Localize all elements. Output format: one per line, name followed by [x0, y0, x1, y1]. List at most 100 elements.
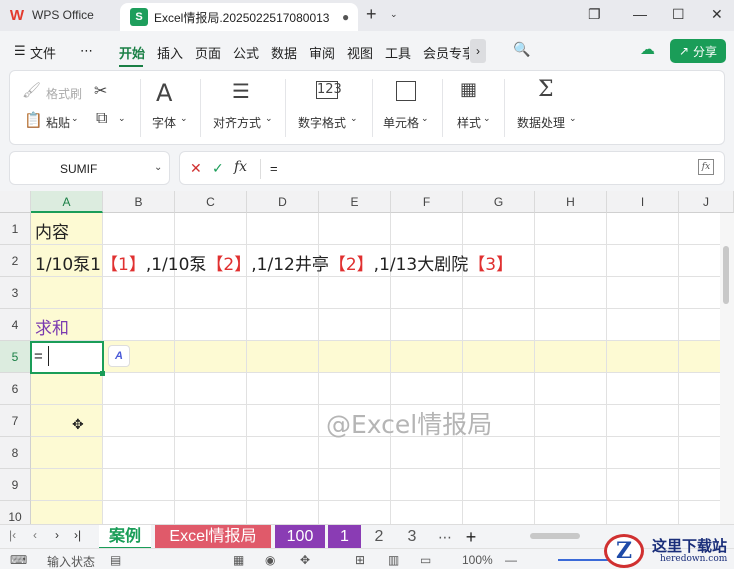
paste-chevron-icon[interactable]: ⌄ — [71, 113, 79, 124]
menu-view[interactable]: 视图 — [347, 43, 373, 62]
sheet-tab-2[interactable]: 2 — [364, 525, 394, 549]
menu-home[interactable]: 开始 — [119, 43, 145, 62]
next-sheet-icon[interactable]: › — [55, 528, 59, 542]
row-header-5[interactable]: 5 — [0, 341, 31, 373]
column-header-j[interactable]: J — [679, 191, 734, 213]
sheet-tab-1[interactable]: 1 — [328, 525, 361, 549]
hamburger-icon[interactable]: ☰ — [14, 43, 26, 59]
cancel-formula-icon[interactable]: ✕ — [190, 160, 202, 177]
select-all-corner[interactable] — [0, 191, 31, 213]
document-tab[interactable]: S Excel情报局.2025022517080013 ● — [120, 3, 358, 31]
minimize-button[interactable]: — — [633, 6, 647, 22]
column-header-e[interactable]: E — [319, 191, 391, 213]
spreadsheet-grid[interactable]: A B C D E F G H I J 1 2 3 4 5 6 7 8 9 10… — [0, 191, 734, 524]
column-header-i[interactable]: I — [607, 191, 679, 213]
menu-tools[interactable]: 工具 — [385, 43, 411, 62]
menu-formulas[interactable]: 公式 — [233, 43, 259, 62]
formula-input[interactable]: = — [270, 161, 278, 176]
table-view-icon[interactable]: ▦ — [233, 553, 244, 567]
row-header-1[interactable]: 1 — [0, 213, 31, 245]
align-chevron-icon[interactable]: ⌄ — [265, 113, 273, 124]
row-header-8[interactable]: 8 — [0, 437, 31, 469]
ai-assist-icon[interactable]: A — [108, 345, 130, 367]
maximize-button[interactable]: ☐ — [672, 6, 685, 23]
number-format-chevron-icon[interactable]: ⌄ — [350, 113, 358, 124]
row-header-2[interactable]: 2 — [0, 245, 31, 277]
tab-list-chevron-icon[interactable]: ⌄ — [390, 9, 398, 20]
row-header-3[interactable]: 3 — [0, 277, 31, 309]
style-button[interactable]: 样式 — [457, 114, 481, 131]
name-box[interactable]: SUMIF ⌄ — [9, 151, 170, 185]
add-sheet-button[interactable]: + — [460, 525, 482, 549]
column-header-h[interactable]: H — [535, 191, 607, 213]
data-process-button[interactable]: 数据处理 — [517, 114, 565, 131]
close-button[interactable]: ✕ — [711, 6, 723, 23]
row-header-7[interactable]: 7 — [0, 405, 31, 437]
paste-button[interactable]: 粘贴 — [46, 114, 70, 131]
expand-formula-icon[interactable]: fx — [698, 159, 714, 175]
row-header-9[interactable]: 9 — [0, 469, 31, 501]
cell-button[interactable]: 单元格 — [383, 114, 419, 131]
column-header-g[interactable]: G — [463, 191, 535, 213]
more-sheets-icon[interactable]: ⋯ — [432, 525, 458, 549]
cell-a2[interactable]: 1/10泵1【1】,1/10泵【2】,1/12井亭【2】,1/13大剧院【3】 — [35, 250, 513, 275]
wps-home-tab[interactable]: W WPS Office — [8, 3, 116, 27]
row-header-6[interactable]: 6 — [0, 373, 31, 405]
prev-sheet-icon[interactable]: ‹ — [33, 528, 37, 542]
column-header-f[interactable]: F — [391, 191, 463, 213]
eye-protection-icon[interactable]: ◉ — [265, 553, 275, 567]
unsaved-dot-icon[interactable]: ● — [342, 10, 349, 24]
copy-chevron-icon[interactable]: ⌄ — [118, 113, 126, 124]
sheet-tab-3[interactable]: 3 — [397, 525, 427, 549]
number-format-button[interactable]: 数字格式 — [298, 114, 346, 131]
name-box-chevron-icon[interactable]: ⌄ — [154, 162, 162, 173]
restore-icon[interactable]: ❐ — [588, 6, 601, 23]
freeze-panes-icon[interactable]: ✥ — [300, 553, 310, 567]
zoom-out-icon[interactable]: — — [505, 553, 517, 567]
page-layout-view-icon[interactable]: ▭ — [420, 553, 431, 567]
cell-a5-editor[interactable]: = — [34, 348, 43, 365]
column-header-d[interactable]: D — [247, 191, 319, 213]
menu-insert[interactable]: 插入 — [157, 43, 183, 62]
format-painter-button[interactable]: 格式刷 — [46, 85, 82, 102]
search-icon[interactable]: 🔍 — [513, 41, 530, 58]
share-button[interactable]: ↗ 分享 — [670, 39, 726, 63]
column-header-a[interactable]: A — [31, 191, 103, 213]
menu-member[interactable]: 会员专享 — [423, 43, 469, 62]
style-chevron-icon[interactable]: ⌄ — [483, 113, 491, 124]
page-break-view-icon[interactable]: ▥ — [388, 553, 399, 567]
cut-icon[interactable]: ✂ — [94, 81, 107, 101]
menu-scroll-right-icon[interactable]: › — [470, 39, 486, 63]
menu-data[interactable]: 数据 — [271, 43, 297, 62]
first-sheet-icon[interactable]: |‹ — [9, 528, 16, 542]
cell-a4[interactable]: 求和 — [35, 314, 69, 339]
macro-icon[interactable]: ▤ — [110, 553, 121, 567]
align-button[interactable]: 对齐方式 — [213, 114, 261, 131]
new-tab-button[interactable]: + — [366, 4, 377, 25]
data-process-chevron-icon[interactable]: ⌄ — [569, 113, 577, 124]
input-mode-icon[interactable]: ⌨ — [10, 553, 27, 567]
font-button[interactable]: 字体 — [152, 114, 176, 131]
column-header-c[interactable]: C — [175, 191, 247, 213]
column-header-b[interactable]: B — [103, 191, 175, 213]
row-header-4[interactable]: 4 — [0, 309, 31, 341]
menu-page[interactable]: 页面 — [195, 43, 221, 62]
insert-function-icon[interactable]: fx — [234, 159, 247, 175]
font-chevron-icon[interactable]: ⌄ — [180, 113, 188, 124]
normal-view-icon[interactable]: ⊞ — [355, 553, 365, 567]
sheet-tab-excel[interactable]: Excel情报局 — [155, 525, 271, 549]
menu-more-icon[interactable]: ⋯ — [80, 43, 93, 59]
horizontal-scroll-thumb[interactable] — [530, 533, 580, 539]
menu-file[interactable]: 文件 — [30, 43, 56, 62]
last-sheet-icon[interactable]: ›| — [74, 528, 81, 542]
vertical-scroll-thumb[interactable] — [723, 246, 729, 304]
row-header-10[interactable]: 10 — [0, 501, 31, 524]
sheet-tab-case[interactable]: 案例 — [99, 525, 151, 549]
copy-icon[interactable]: ⧉ — [96, 110, 107, 128]
sheet-tab-100[interactable]: 100 — [275, 525, 325, 549]
menu-review[interactable]: 审阅 — [309, 43, 335, 62]
cell-chevron-icon[interactable]: ⌄ — [421, 113, 429, 124]
confirm-formula-icon[interactable]: ✓ — [212, 160, 224, 177]
fill-handle[interactable] — [100, 371, 105, 376]
cloud-sync-icon[interactable]: ☁ — [640, 40, 655, 58]
